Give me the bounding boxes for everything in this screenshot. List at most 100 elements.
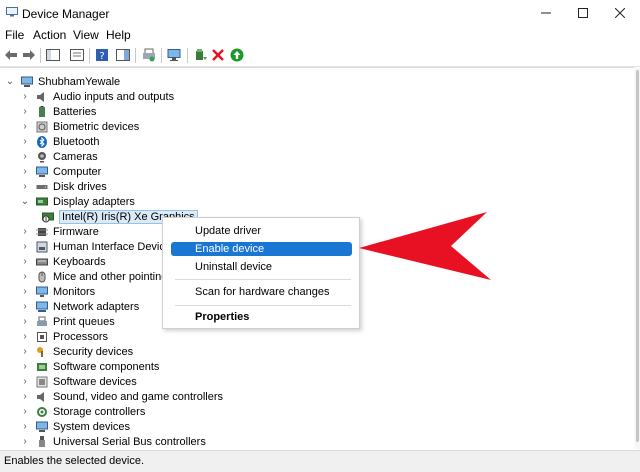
tree-item-computer[interactable]: › Computer	[20, 164, 101, 179]
tree-item-display-adapters[interactable]: ⌄ Display adapters	[20, 194, 135, 209]
back-button[interactable]	[3, 47, 19, 63]
uninstall-button[interactable]	[210, 47, 226, 63]
toolbar: ?	[0, 44, 640, 67]
menu-file[interactable]: File	[5, 28, 24, 42]
context-separator	[175, 305, 351, 306]
speaker-icon	[37, 91, 44, 102]
menu-help[interactable]: Help	[106, 28, 131, 42]
tree-item-label: System devices	[53, 420, 131, 433]
print-button[interactable]	[141, 47, 157, 63]
properties-button[interactable]	[69, 47, 85, 63]
tree-item-software-components[interactable]: › Software components	[20, 359, 159, 374]
close-icon	[615, 8, 625, 18]
chevron-right-icon[interactable]: ›	[20, 331, 30, 342]
tree-item-storage[interactable]: › Storage controllers	[20, 404, 145, 419]
context-update-driver[interactable]: Update driver	[171, 224, 352, 238]
tree-item-label: Print queues	[53, 315, 115, 328]
tree-item-label: Network adapters	[53, 300, 140, 313]
chevron-right-icon[interactable]: ›	[20, 361, 30, 372]
tree-item-monitors[interactable]: › Monitors	[20, 284, 95, 299]
tree-item-label: Cameras	[53, 150, 98, 163]
title-bar: Device Manager	[0, 0, 640, 26]
show-hide-tree-button[interactable]	[45, 47, 61, 63]
enable-device-button[interactable]	[229, 47, 245, 63]
properties-sheet-icon	[70, 49, 84, 61]
chevron-right-icon[interactable]: ›	[20, 286, 30, 297]
toolbar-separator	[187, 48, 188, 63]
tree-item-disk-drives[interactable]: › Disk drives	[20, 179, 106, 194]
context-scan-hardware[interactable]: Scan for hardware changes	[171, 285, 352, 299]
tree-item-cameras[interactable]: › Cameras	[20, 149, 98, 164]
chevron-right-icon[interactable]: ›	[20, 226, 30, 237]
minimize-button[interactable]	[528, 2, 564, 24]
menu-action[interactable]: Action	[33, 28, 66, 42]
action-pane-button[interactable]	[115, 47, 131, 63]
tree-item-label: Software components	[53, 360, 160, 373]
scrollbar-thumb[interactable]	[636, 70, 639, 442]
show-hide-console-tree-icon	[46, 49, 60, 61]
tree-item-usb[interactable]: › Universal Serial Bus controllers	[20, 434, 206, 449]
menu-view[interactable]: View	[73, 28, 99, 42]
maximize-button[interactable]	[565, 2, 601, 24]
chevron-right-icon[interactable]: ›	[20, 106, 30, 117]
device-manager-icon	[6, 7, 18, 17]
chevron-right-icon[interactable]: ›	[20, 301, 30, 312]
chevron-right-icon[interactable]: ›	[20, 346, 30, 357]
tree-item-label: Human Interface Devices	[53, 240, 177, 253]
chevron-right-icon[interactable]: ›	[20, 391, 30, 402]
tree-item-network[interactable]: › Network adapters	[20, 299, 139, 314]
scan-hardware-button[interactable]	[166, 47, 182, 63]
chevron-right-icon[interactable]: ›	[20, 376, 30, 387]
tree-root[interactable]: ⌄ ShubhamYewale	[5, 74, 120, 89]
tree-item-software-devices[interactable]: › Software devices	[20, 374, 136, 389]
tree-item-label: Audio inputs and outputs	[53, 90, 175, 103]
tree-item-bluetooth[interactable]: › Bluetooth	[20, 134, 99, 149]
context-enable-device[interactable]: Enable device	[171, 242, 352, 256]
chevron-right-icon[interactable]: ›	[20, 316, 30, 327]
tree-item-print-queues[interactable]: › Print queues	[20, 314, 115, 329]
chevron-right-icon[interactable]: ›	[20, 136, 30, 147]
camera-icon	[38, 151, 46, 162]
tree-item-label: Bluetooth	[53, 135, 100, 148]
chevron-right-icon[interactable]: ›	[20, 241, 30, 252]
chevron-down-icon[interactable]: ⌄	[20, 196, 30, 207]
forward-button[interactable]	[21, 47, 37, 63]
toolbar-separator	[40, 48, 41, 63]
tree-item-sound[interactable]: › Sound, video and game controllers	[20, 389, 223, 404]
context-uninstall-device[interactable]: Uninstall device	[171, 260, 352, 274]
chevron-right-icon[interactable]: ›	[20, 406, 30, 417]
fingerprint-icon	[36, 121, 48, 132]
chevron-right-icon[interactable]: ›	[20, 181, 30, 192]
chevron-down-icon[interactable]: ⌄	[5, 76, 15, 87]
tree-item-security[interactable]: › Security devices	[20, 344, 133, 359]
tree-item-hid[interactable]: › Human Interface Devices	[20, 239, 177, 254]
chevron-right-icon[interactable]: ›	[20, 121, 30, 132]
disabled-display-adapter-icon	[42, 212, 54, 222]
tree-item-firmware[interactable]: › Firmware	[20, 224, 99, 239]
display-adapter-icon	[36, 197, 48, 205]
tree-root-label: ShubhamYewale	[38, 75, 121, 88]
tree-item-biometric[interactable]: › Biometric devices	[20, 119, 139, 134]
tree-item-audio[interactable]: › Audio inputs and outputs	[20, 89, 174, 104]
tree-item-processors[interactable]: › Processors	[20, 329, 108, 344]
tree-item-batteries[interactable]: › Batteries	[20, 104, 96, 119]
context-properties[interactable]: Properties	[171, 310, 352, 324]
close-button[interactable]	[602, 2, 638, 24]
tree-item-label: Biometric devices	[53, 120, 140, 133]
chevron-right-icon[interactable]: ›	[20, 166, 30, 177]
print-icon	[143, 48, 155, 62]
chevron-right-icon[interactable]: ›	[20, 151, 30, 162]
mouse-icon	[38, 271, 46, 282]
chevron-right-icon[interactable]: ›	[20, 421, 30, 432]
update-driver-icon	[196, 49, 207, 60]
window-title: Device Manager	[22, 7, 110, 21]
chevron-right-icon[interactable]: ›	[20, 256, 30, 267]
chevron-right-icon[interactable]: ›	[20, 436, 30, 447]
chevron-right-icon[interactable]: ›	[20, 91, 30, 102]
chevron-right-icon[interactable]: ›	[20, 271, 30, 282]
tree-item-mice[interactable]: › Mice and other pointing	[20, 269, 167, 284]
help-button[interactable]: ?	[94, 47, 110, 63]
update-driver-button[interactable]	[193, 47, 209, 63]
tree-item-keyboards[interactable]: › Keyboards	[20, 254, 105, 269]
tree-item-system-devices[interactable]: › System devices	[20, 419, 130, 434]
